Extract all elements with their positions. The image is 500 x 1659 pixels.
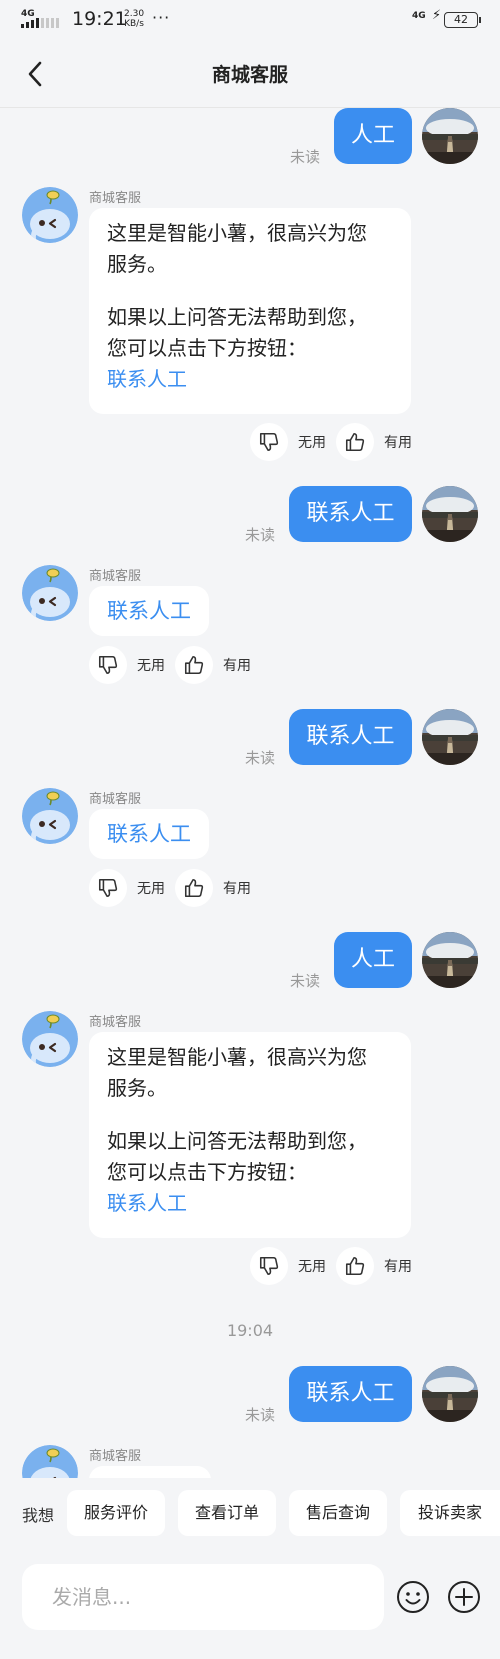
chip-complain-seller[interactable]: 投诉卖家 — [400, 1490, 500, 1536]
feedback-useless-label: 无用 — [137, 658, 165, 674]
bot-name: 商城客服 — [89, 1449, 142, 1464]
network-speed-unit: KB/s — [124, 19, 144, 29]
clock: 19:21 — [72, 8, 127, 30]
bot-name: 商城客服 — [89, 569, 142, 584]
user-bubble: 人工 — [334, 108, 412, 164]
feedback-useless[interactable]: 无用 — [250, 1247, 326, 1285]
feedback-useful-label: 有用 — [384, 1259, 412, 1275]
bot-avatar[interactable] — [22, 565, 78, 621]
chip-view-orders[interactable]: 查看订单 — [178, 1490, 276, 1536]
thumb-down-icon — [258, 431, 280, 453]
bot-avatar[interactable] — [22, 1011, 78, 1067]
unread-label: 未读 — [245, 526, 276, 544]
bot-text: 服务。 — [107, 1076, 167, 1100]
feedback-useless-label: 无用 — [137, 881, 165, 897]
feedback-useful[interactable]: 有用 — [336, 1247, 412, 1285]
feedback-useless-label: 无用 — [298, 435, 326, 451]
app-header: 商城客服 — [0, 40, 500, 108]
quick-actions-label: 我想 — [22, 1506, 55, 1525]
feedback-useless-label: 无用 — [298, 1259, 326, 1275]
thumb-down-icon — [258, 1255, 280, 1277]
thumb-up-icon — [183, 877, 205, 899]
feedback-useful-label: 有用 — [223, 658, 251, 674]
bot-text: 您可以点击下方按钮： — [107, 336, 307, 360]
bot-text: 服务。 — [107, 252, 167, 276]
bot-text: 这里是智能小薯，很高兴为您 — [107, 1045, 367, 1069]
user-avatar[interactable] — [422, 108, 478, 164]
chip-after-sales[interactable]: 售后查询 — [289, 1490, 387, 1536]
bot-name: 商城客服 — [89, 1015, 142, 1030]
chip-service-review[interactable]: 服务评价 — [67, 1490, 165, 1536]
feedback-useless[interactable]: 无用 — [250, 423, 326, 461]
more-notifications-icon: ··· — [152, 8, 171, 27]
bot-text: 如果以上问答无法帮助到您， — [107, 1129, 367, 1153]
user-bubble: 人工 — [334, 932, 412, 988]
bot-text: 这里是智能小薯，很高兴为您 — [107, 221, 367, 245]
thumb-up-icon — [344, 1255, 366, 1277]
user-bubble: 联系人工 — [289, 709, 412, 765]
bot-text: 您可以点击下方按钮： — [107, 1160, 307, 1184]
user-avatar[interactable] — [422, 486, 478, 542]
bot-name: 商城客服 — [89, 191, 142, 206]
feedback-useful[interactable]: 有用 — [336, 423, 412, 461]
user-avatar[interactable] — [422, 1366, 478, 1422]
bot-text: 如果以上问答无法帮助到您， — [107, 305, 367, 329]
feedback-useful-label: 有用 — [223, 881, 251, 897]
bot-avatar[interactable] — [22, 1445, 78, 1478]
feedback-useless[interactable]: 无用 — [89, 646, 165, 684]
thumb-down-icon — [97, 877, 119, 899]
battery-icon: 42 — [444, 12, 481, 28]
network-speed-value: 2.30 — [124, 9, 145, 19]
unread-label: 未读 — [290, 972, 321, 990]
feedback-useful[interactable]: 有用 — [175, 869, 251, 907]
page-title: 商城客服 — [211, 64, 288, 86]
network-speed: 2.30 KB/s — [124, 9, 144, 29]
user-bubble: 联系人工 — [289, 1366, 412, 1422]
network-type-right: 4G — [412, 11, 426, 21]
user-avatar[interactable] — [422, 709, 478, 765]
plus-icon[interactable] — [447, 1580, 481, 1614]
thumb-down-icon — [97, 654, 119, 676]
bot-avatar[interactable] — [22, 187, 78, 243]
thumb-up-icon — [344, 431, 366, 453]
quick-actions-bar: 我想 服务评价 查看订单 售后查询 投诉卖家 — [0, 1478, 500, 1548]
unread-label: 未读 — [290, 148, 321, 166]
contact-human-link[interactable]: 联系人工 — [107, 1188, 393, 1219]
input-bar — [0, 1548, 500, 1659]
contact-human-link[interactable]: 联系人工 — [89, 809, 209, 859]
contact-human-link[interactable]: 联系人工 — [107, 364, 393, 395]
chat-list[interactable]: 未读 人工 商城客服 这里是智能小薯，很高兴为您 服务。 如果以上问答无法帮助到… — [0, 108, 500, 1478]
message-input[interactable] — [22, 1564, 384, 1630]
user-bubble: 联系人工 — [289, 486, 412, 542]
charging-icon: ⚡ — [432, 8, 442, 23]
user-avatar[interactable] — [422, 932, 478, 988]
unread-label: 未读 — [245, 1406, 276, 1424]
bot-name: 商城客服 — [89, 792, 142, 807]
feedback-useful-label: 有用 — [384, 435, 412, 451]
thumb-up-icon — [183, 654, 205, 676]
bot-avatar[interactable] — [22, 788, 78, 844]
signal-icon — [21, 18, 59, 28]
status-bar: 4G 19:21 2.30 KB/s ··· 4G ⚡ 42 — [0, 0, 500, 40]
bot-bubble: 这里是智能小薯，很高兴为您 服务。 如果以上问答无法帮助到您， 您可以点击下方按… — [89, 208, 411, 414]
feedback-useless[interactable]: 无用 — [89, 869, 165, 907]
unread-label: 未读 — [245, 749, 276, 767]
bot-bubble — [89, 1466, 211, 1478]
chat-timestamp: 19:04 — [226, 1321, 274, 1340]
contact-human-link[interactable]: 联系人工 — [89, 586, 209, 636]
bot-bubble: 这里是智能小薯，很高兴为您 服务。 如果以上问答无法帮助到您， 您可以点击下方按… — [89, 1032, 411, 1238]
emoji-icon[interactable] — [396, 1580, 430, 1614]
feedback-useful[interactable]: 有用 — [175, 646, 251, 684]
